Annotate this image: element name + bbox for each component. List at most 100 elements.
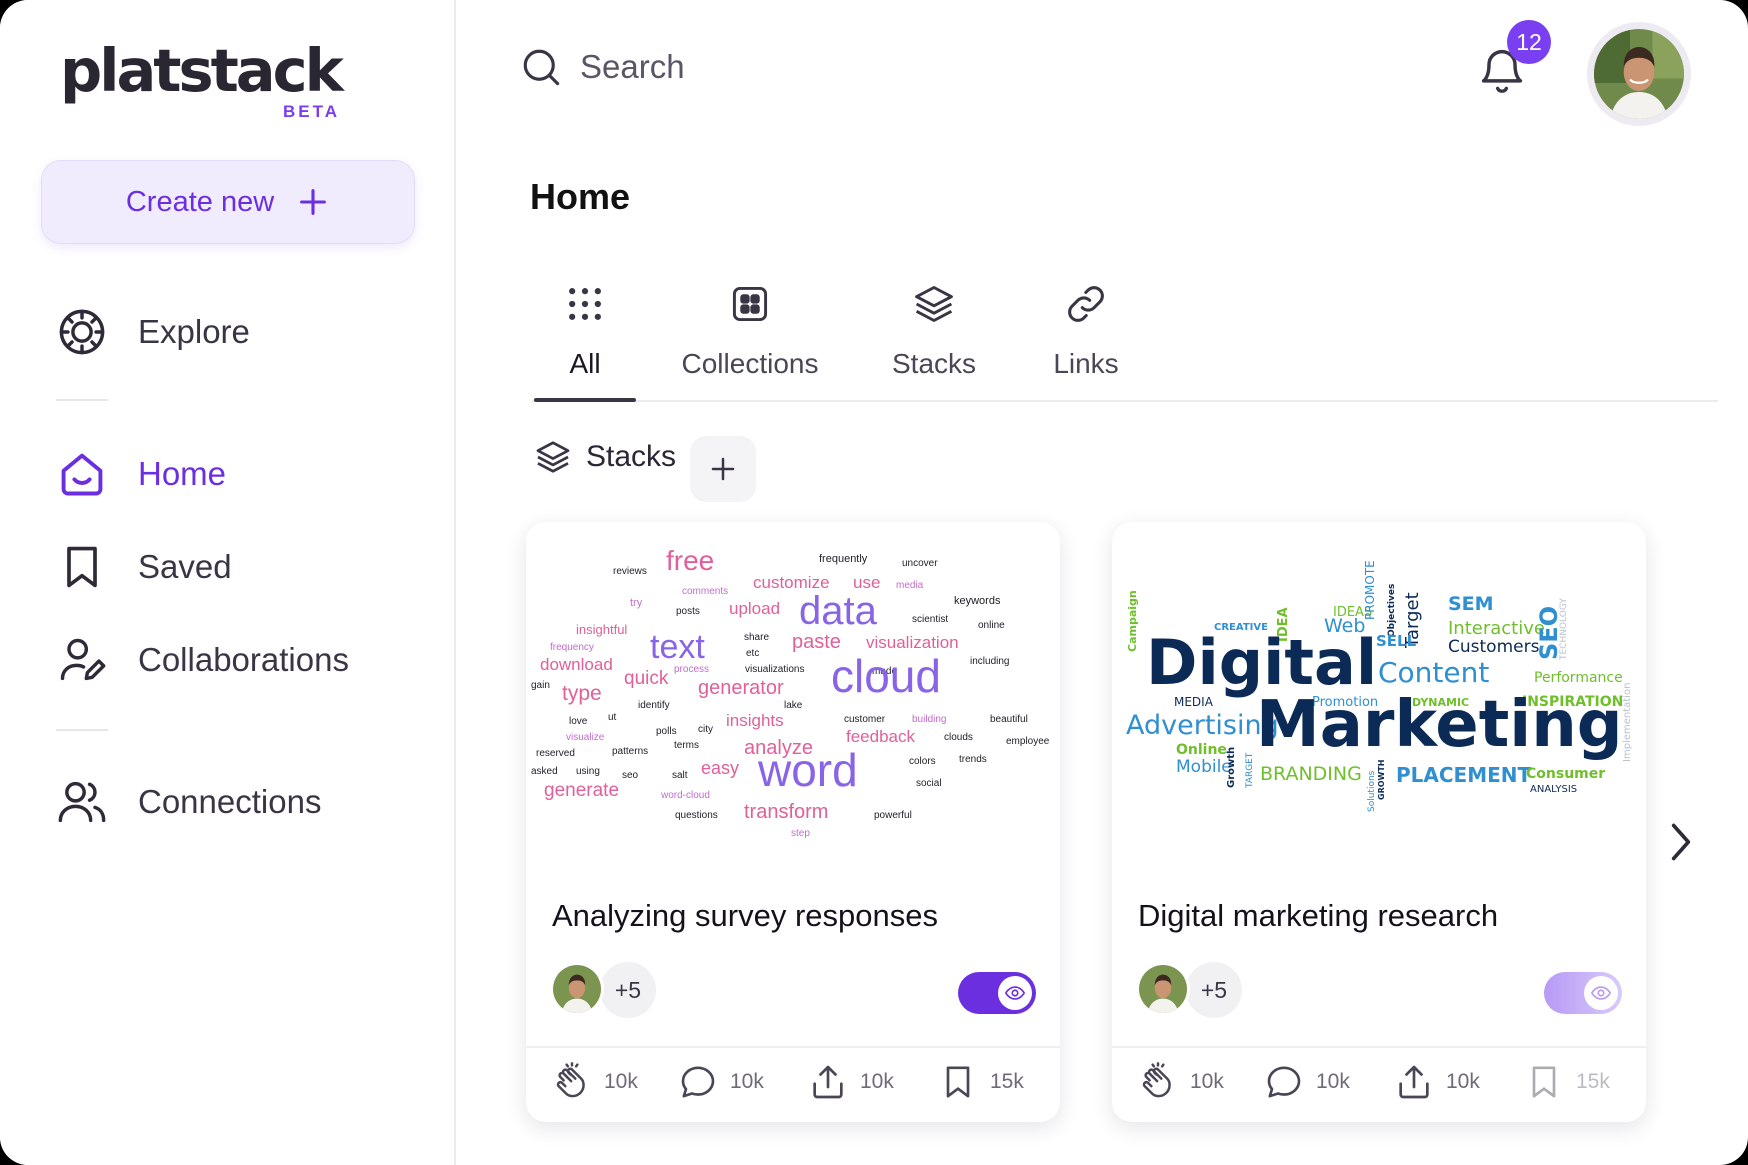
visibility-toggle[interactable] <box>1544 972 1622 1014</box>
word-cloud-word: city <box>698 724 713 735</box>
clap-icon <box>556 1062 585 1098</box>
comment-button[interactable]: 10k <box>1264 1062 1350 1102</box>
word-cloud-word: Marketing <box>1256 688 1623 762</box>
carousel-next-button[interactable] <box>1666 820 1696 864</box>
sidebar-item-collaborations[interactable]: Collaborations <box>56 630 349 690</box>
word-cloud-word: PROMOTE <box>1363 560 1377 620</box>
layers-icon <box>536 441 570 473</box>
plus-icon <box>300 189 327 215</box>
page-title: Home <box>530 176 631 217</box>
member-avatar <box>1136 962 1190 1016</box>
card-title: Digital marketing research <box>1138 898 1499 933</box>
search-bar[interactable]: Search <box>520 46 685 88</box>
clap-icon <box>1142 1062 1171 1098</box>
word-cloud-image: free frequently uncover reviews comments cust… <box>531 545 1050 839</box>
brand-logo[interactable]: platstack BETA <box>60 36 344 121</box>
clap-count: 10k <box>604 1070 638 1093</box>
tab-collections[interactable]: Collections <box>670 270 830 400</box>
word-cloud-word: asked <box>531 766 558 777</box>
word-cloud-word: seo <box>622 770 639 781</box>
comment-button[interactable]: 10k <box>678 1062 764 1102</box>
word-cloud-word: uncover <box>902 558 938 569</box>
save-button[interactable]: 15k <box>938 1062 1024 1102</box>
word-cloud-word: Interactive <box>1448 618 1545 639</box>
sidebar-item-label: Explore <box>138 313 250 350</box>
word-cloud-word: process <box>674 664 709 675</box>
word-cloud-word: Campaign <box>1126 590 1139 652</box>
sidebar-item-connections[interactable]: Connections <box>56 772 321 832</box>
sidebar-item-label: Collaborations <box>138 641 349 678</box>
word-cloud-word: BRANDING <box>1260 763 1362 785</box>
layers-icon <box>915 286 953 322</box>
word-cloud-word: keywords <box>954 595 1001 607</box>
word-cloud-word: Mobile <box>1176 757 1232 777</box>
tab-label: Links <box>1053 348 1119 379</box>
word-cloud-image: Campaign CREATIVE IDEA IDEASPROMOTE Objectiv… <box>1126 560 1633 812</box>
users-icon <box>58 781 106 823</box>
word-cloud-word: step <box>791 828 810 839</box>
content-tabs: All Collections Stacks Links <box>532 270 1718 402</box>
collection-icon <box>732 286 768 322</box>
user-edit-icon <box>60 638 106 681</box>
word-cloud-word: TECHNOLOGY <box>1559 598 1569 661</box>
word-cloud-word: salt <box>672 770 688 781</box>
clap-button[interactable]: 10k <box>1138 1062 1224 1102</box>
extra-members-count: +5 <box>1186 962 1242 1018</box>
member-avatar <box>550 962 604 1016</box>
sidebar-item-label: Connections <box>138 783 322 820</box>
nav-divider <box>56 729 108 731</box>
add-stack-button[interactable] <box>690 436 756 502</box>
stack-card[interactable]: Campaign CREATIVE IDEA IDEAS PROMOTE Objectiv… <box>1112 522 1646 1122</box>
bookmark-icon <box>1532 1066 1556 1098</box>
sidebar-item-explore[interactable]: Explore <box>56 302 250 362</box>
share-button[interactable]: 10k <box>808 1062 894 1102</box>
create-new-label: Create new <box>125 185 275 218</box>
create-new-button[interactable]: Create new <box>41 160 415 244</box>
user-avatar[interactable] <box>1587 22 1691 126</box>
word-cloud-word: social <box>916 778 942 789</box>
tab-label: Stacks <box>891 348 977 379</box>
word-cloud-word: quick <box>624 668 669 689</box>
tab-all[interactable]: All <box>532 270 638 402</box>
tab-links[interactable]: Links <box>1036 270 1136 400</box>
sidebar-item-saved[interactable]: Saved <box>56 537 232 597</box>
save-count: 15k <box>990 1070 1024 1093</box>
search-input[interactable]: Search <box>580 48 685 86</box>
tab-label: All <box>569 348 601 379</box>
word-cloud-word: ANALYSIS <box>1530 784 1577 795</box>
tab-stacks[interactable]: Stacks <box>876 270 992 400</box>
word-cloud-word: download <box>540 655 613 674</box>
share-button[interactable]: 10k <box>1394 1062 1480 1102</box>
plus-icon <box>711 457 735 481</box>
comment-icon <box>1267 1066 1301 1098</box>
sidebar-item-label: Home <box>138 455 227 492</box>
word-cloud-word: generator <box>698 677 784 699</box>
word-cloud-word: share <box>744 632 769 643</box>
word-cloud-word: Growth <box>1226 747 1237 788</box>
word-cloud-word: transform <box>744 801 828 823</box>
word-cloud-word: colors <box>909 756 936 767</box>
stack-card[interactable]: free frequently uncover reviews comments cust… <box>526 522 1060 1122</box>
word-cloud-word: gain <box>531 680 550 691</box>
word-cloud-word: including <box>970 656 1009 667</box>
sidebar-item-home[interactable]: Home <box>56 444 226 504</box>
word-cloud-word: reviews <box>613 566 647 577</box>
clap-button[interactable]: 10k <box>552 1062 638 1102</box>
active-tab-indicator <box>534 398 636 402</box>
beta-tag: BETA <box>283 102 341 121</box>
tab-label: Collections <box>681 348 819 379</box>
word-cloud-word: TARGET <box>1245 752 1255 789</box>
word-cloud-word: insights <box>726 711 784 730</box>
save-button[interactable]: 15k <box>1524 1062 1610 1102</box>
chevron-right-icon <box>1671 823 1691 861</box>
section-title: Stacks <box>586 440 677 473</box>
word-cloud-word: clouds <box>944 732 973 743</box>
word-cloud-word: lake <box>784 700 803 711</box>
link-icon <box>1068 286 1104 322</box>
word-cloud-word: polls <box>656 726 677 737</box>
visibility-toggle[interactable] <box>958 972 1036 1014</box>
word-cloud-word: frequently <box>819 553 868 565</box>
comment-count: 10k <box>1316 1070 1350 1093</box>
bookmark-icon <box>946 1066 970 1098</box>
brand-name: platstack <box>60 36 344 105</box>
